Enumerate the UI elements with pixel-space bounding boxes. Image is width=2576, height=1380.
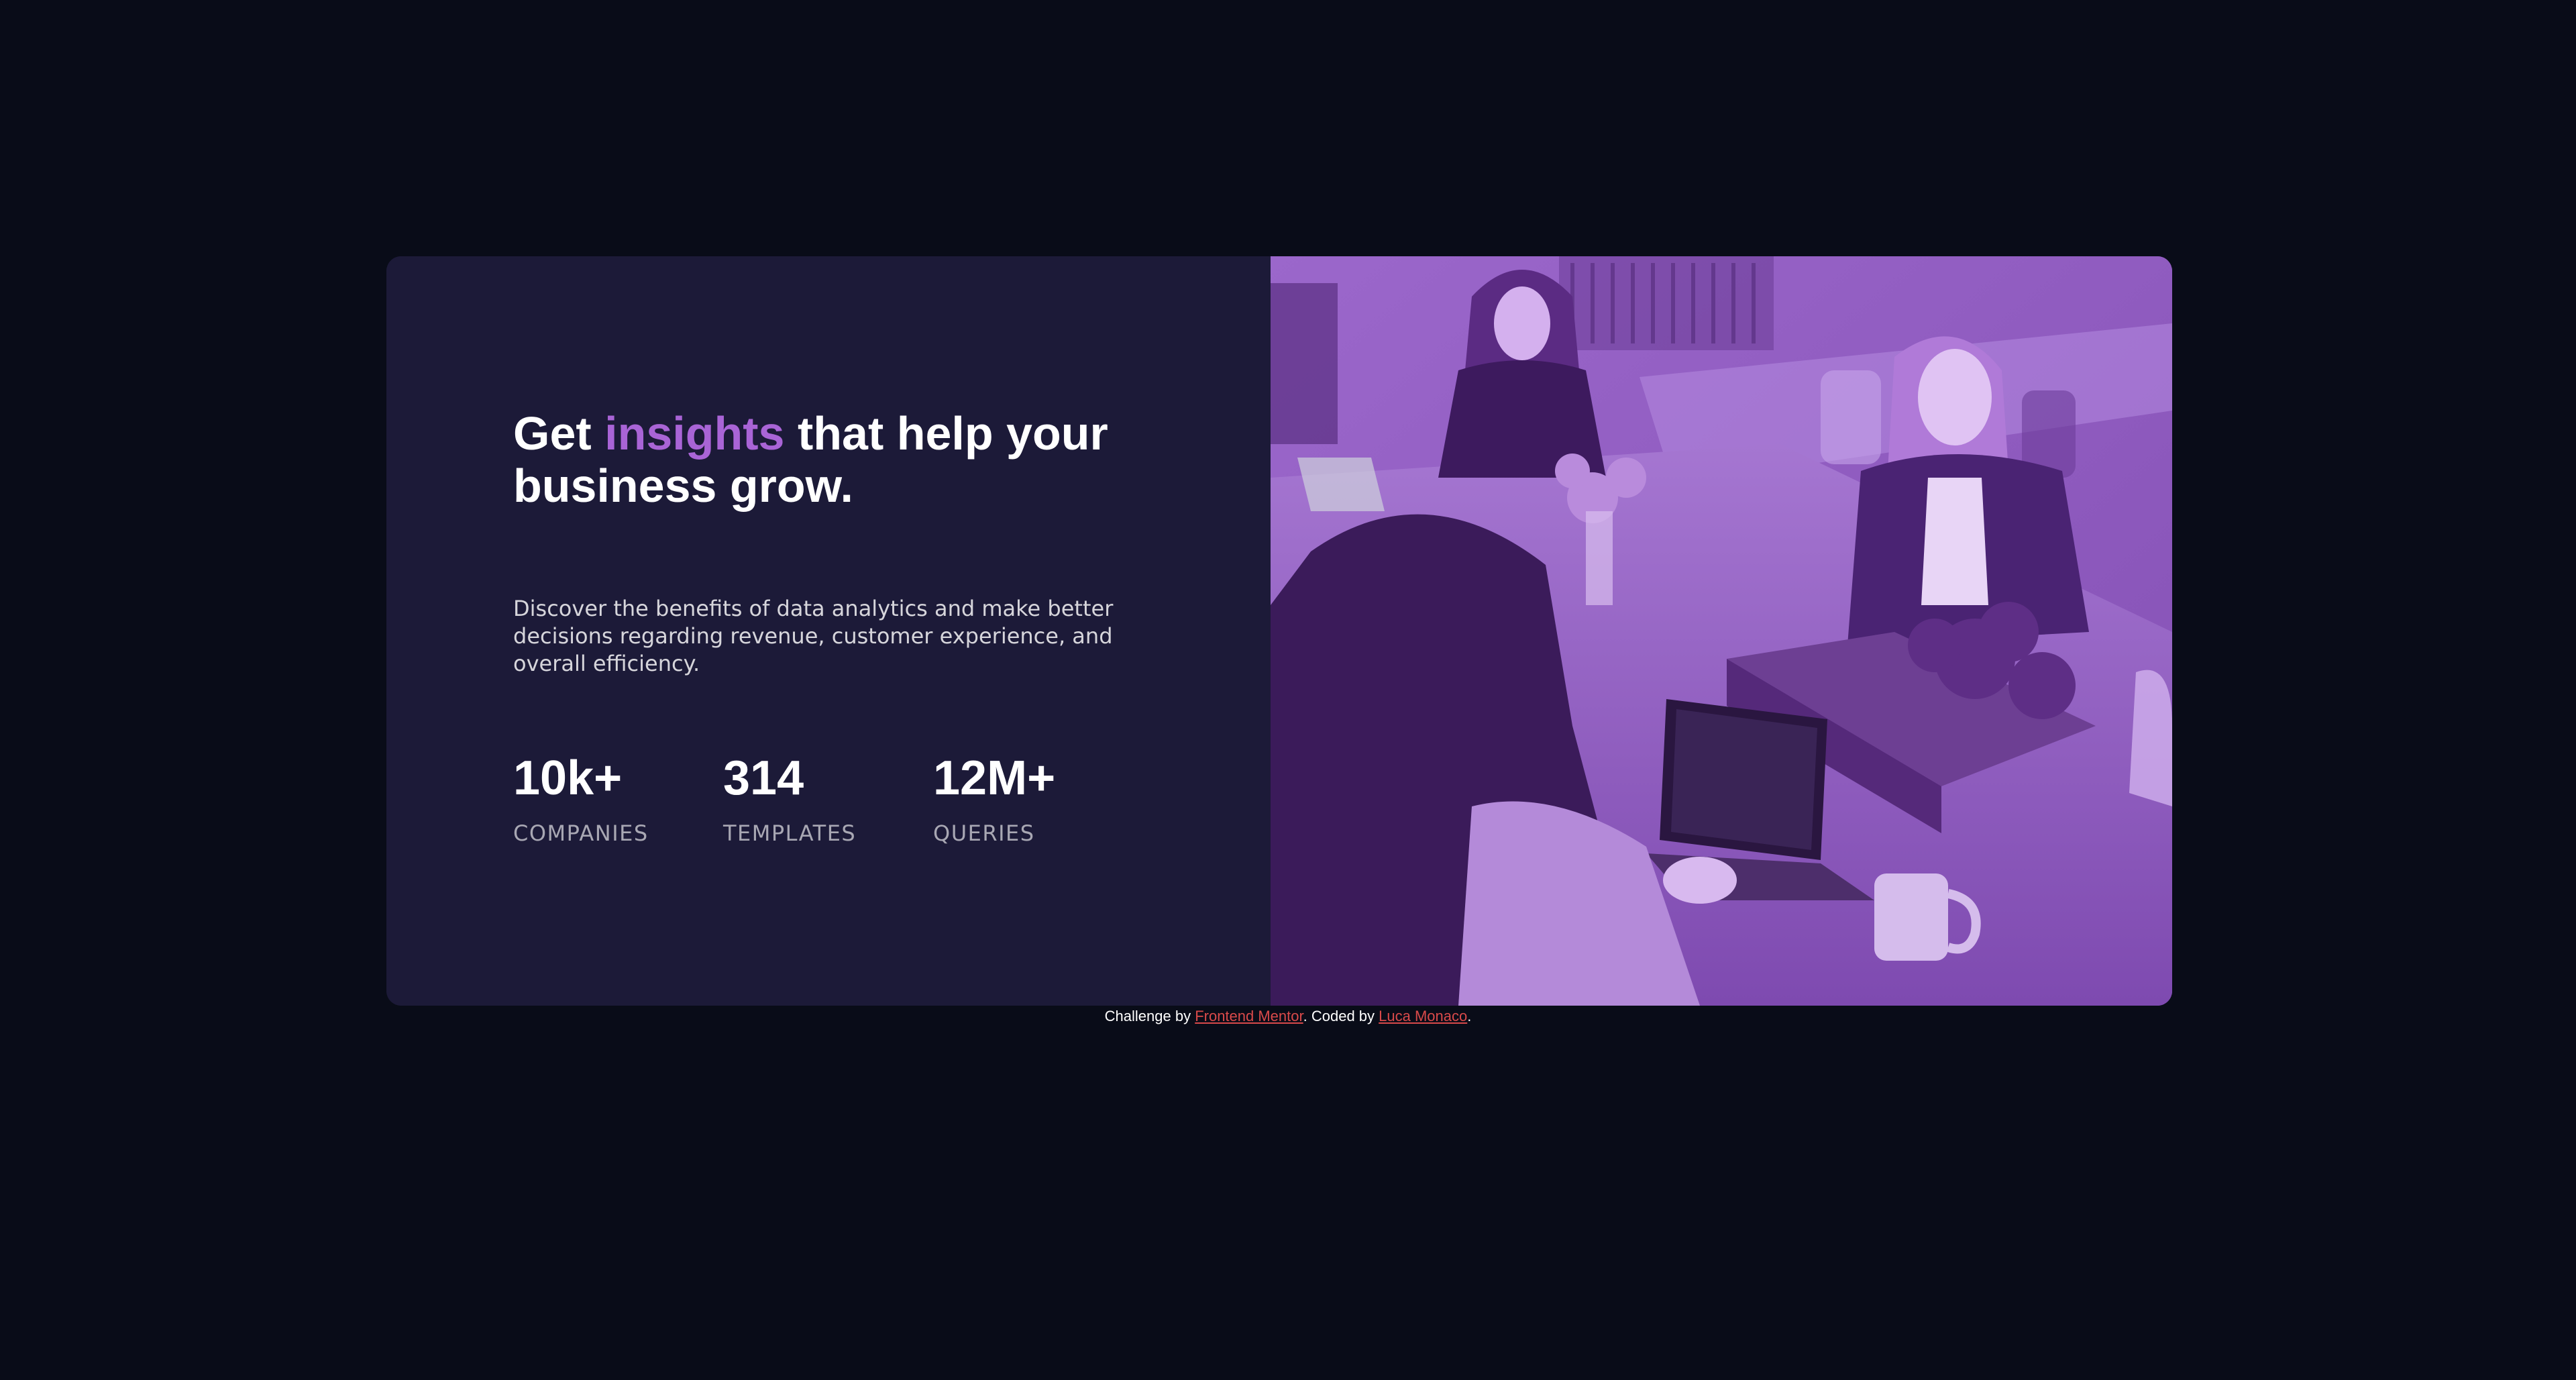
headline-start: Get [513, 407, 605, 460]
card-content: Get insights that help your business gro… [386, 256, 1271, 1006]
headline: Get insights that help your business gro… [513, 407, 1184, 512]
office-image [1271, 256, 2172, 1006]
stat-label: TEMPLATES [723, 820, 857, 846]
stat-templates: 314 TEMPLATES [723, 749, 933, 846]
stat-value: 10k+ [513, 751, 623, 805]
stat-value: 12M+ [933, 751, 1056, 805]
headline-accent: insights [604, 407, 785, 460]
stat-queries: 12M+ QUERIES [933, 749, 1143, 846]
stats-row: 10k+ COMPANIES 314 TEMPLATES 12M+ QUERIE… [513, 749, 1143, 846]
attribution: Challenge by Frontend Mentor. Coded by L… [0, 1008, 2576, 1025]
stats-preview-card: Get insights that help your business gro… [386, 256, 2172, 1006]
stat-label: QUERIES [933, 820, 1035, 846]
stat-companies: 10k+ COMPANIES [513, 749, 723, 846]
attribution-prefix: Challenge by [1104, 1008, 1195, 1024]
stat-label: COMPANIES [513, 820, 649, 846]
attribution-suffix: . [1467, 1008, 1472, 1024]
attribution-middle: . Coded by [1303, 1008, 1379, 1024]
author-link[interactable]: Luca Monaco [1379, 1008, 1467, 1024]
office-image-illustration [1271, 256, 2172, 1006]
frontend-mentor-link[interactable]: Frontend Mentor [1195, 1008, 1303, 1024]
description: Discover the benefits of data analytics … [513, 596, 1114, 676]
stat-value: 314 [723, 751, 804, 805]
